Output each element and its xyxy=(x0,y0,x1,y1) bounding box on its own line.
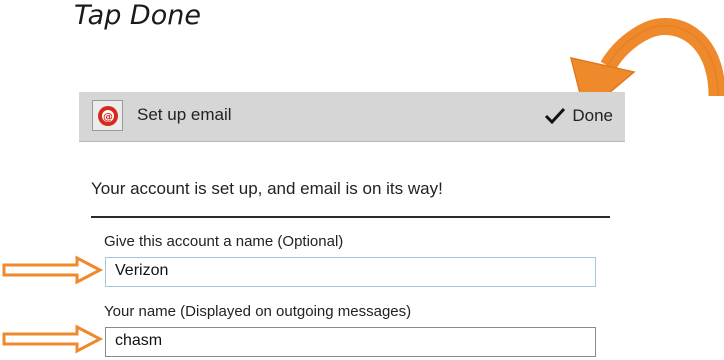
done-label: Done xyxy=(572,106,613,125)
checkmark-icon xyxy=(545,107,566,125)
pointer-arrow-icon xyxy=(2,255,104,285)
account-name-field[interactable]: Verizon xyxy=(105,257,596,287)
pointer-arrow-icon xyxy=(2,324,104,354)
done-button[interactable]: Done xyxy=(544,98,613,134)
your-name-label: Your name (Displayed on outgoing message… xyxy=(104,303,412,320)
email-app-icon: @ xyxy=(92,100,123,131)
account-name-label: Give this account a name (Optional) xyxy=(104,233,344,250)
svg-text:@: @ xyxy=(103,112,113,123)
your-name-field[interactable]: chasm xyxy=(105,327,596,357)
action-bar: @ Set up email Done xyxy=(79,92,625,142)
action-bar-title: Set up email xyxy=(137,105,232,124)
confirmation-message: Your account is set up, and email is on … xyxy=(91,179,443,198)
section-divider xyxy=(91,216,610,218)
